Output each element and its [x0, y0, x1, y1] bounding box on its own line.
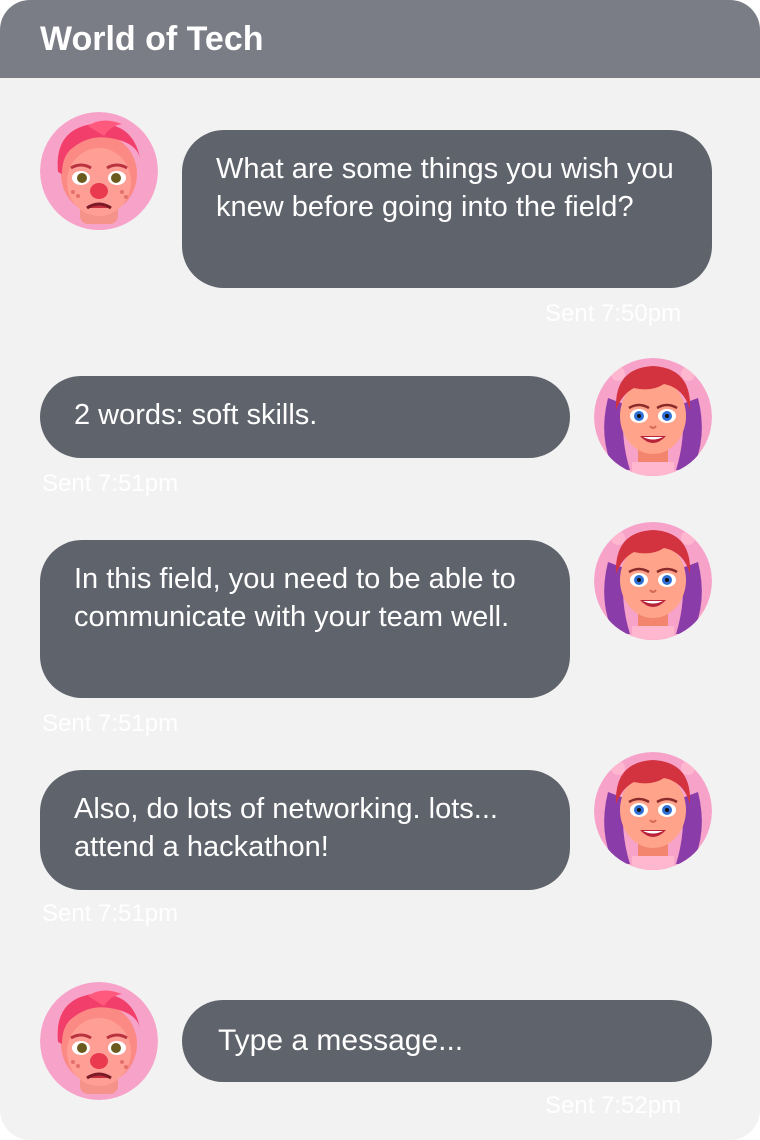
girl-avatar[interactable]: [594, 752, 712, 870]
boy-avatar[interactable]: [40, 982, 158, 1100]
message-bubble[interactable]: What are some things you wish you knew b…: [182, 130, 712, 288]
message-timestamp: Sent 7:51pm: [42, 470, 179, 497]
message-text: In this field, you need to be able to co…: [74, 563, 516, 633]
girl-avatar[interactable]: [594, 522, 712, 640]
chat-window: World of Tech What are some things you w…: [0, 0, 760, 1140]
message-bubble[interactable]: 2 words: soft skills.: [40, 376, 570, 458]
message-timestamp: Sent 7:50pm: [545, 300, 682, 327]
message-text: 2 words: soft skills.: [74, 399, 318, 431]
girl-avatar[interactable]: [594, 358, 712, 476]
message-bubble[interactable]: Also, do lots of networking. lots... att…: [40, 770, 570, 890]
chat-title: World of Tech: [40, 20, 264, 58]
chat-header: World of Tech: [0, 0, 760, 78]
message-text: Also, do lots of networking. lots... att…: [74, 793, 498, 863]
message-input[interactable]: [216, 1023, 678, 1059]
message-composer[interactable]: [182, 1000, 712, 1082]
composer-timestamp: Sent 7:52pm: [545, 1092, 682, 1119]
message-timestamp: Sent 7:51pm: [42, 710, 179, 737]
message-timestamp: Sent 7:51pm: [42, 900, 179, 927]
message-bubble[interactable]: In this field, you need to be able to co…: [40, 540, 570, 698]
message-text: What are some things you wish you knew b…: [216, 153, 674, 223]
boy-avatar[interactable]: [40, 112, 158, 230]
